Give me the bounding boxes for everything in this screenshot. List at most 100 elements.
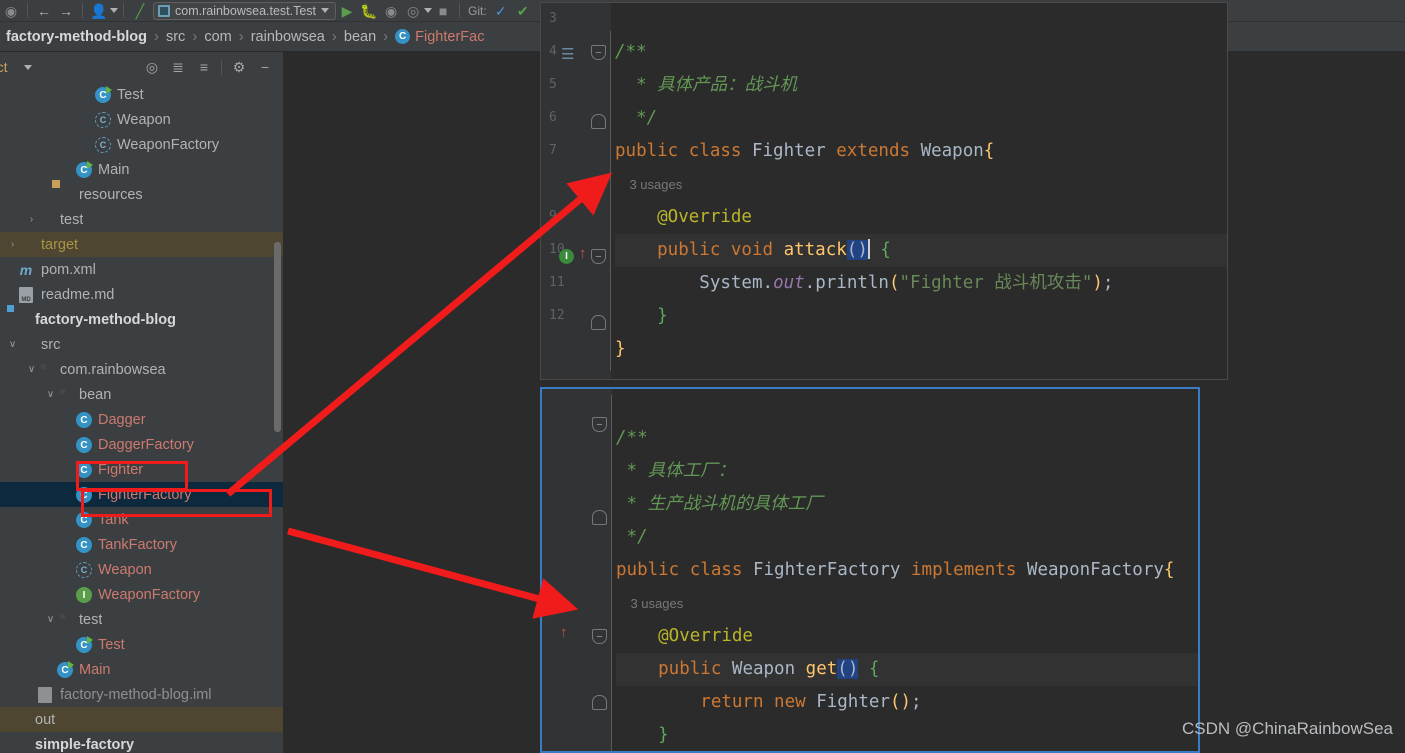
collapse-all-icon[interactable]: ≡ [192,56,216,78]
run-button[interactable]: ▶ [336,1,358,21]
chevron-down-icon[interactable]: ∨ [25,364,38,375]
code-line[interactable]: public class Fighter extends Weapon{ [615,135,1227,168]
tree-item-tank[interactable]: C Tank [0,507,283,532]
tree-item-fighter[interactable]: C Fighter [0,457,283,482]
code-line[interactable]: /** [615,36,1227,69]
tree-item-weaponfactory[interactable]: I WeaponFactory [0,582,283,607]
chevron-down-icon[interactable]: ∨ [6,339,19,350]
editor-gutter[interactable]: − ↑ − [542,389,612,751]
tree-item-simple-factory[interactable]: simple-factory [0,732,283,753]
code-line[interactable]: * 生产战斗机的具体工厂 [616,488,1198,521]
breadcrumb-item-project[interactable]: factory-method-blog [6,29,147,45]
chevron-down-icon[interactable] [23,64,32,70]
chevron-right-icon[interactable]: › [6,239,19,250]
code-line[interactable]: /** [616,422,1198,455]
breadcrumb-item-rainbowsea[interactable]: rainbowsea [251,29,325,45]
tree-item-dagger[interactable]: C Dagger [0,407,283,432]
code-panel-fighter[interactable]: 3 4 5 6 7 9 10 11 12 ☰ − I ↑ − /** * 具体产… [540,2,1228,380]
code-line[interactable] [615,3,1227,36]
build-hammer-icon[interactable]: ╱ [129,1,151,21]
coverage-button[interactable]: ◉ [380,1,402,21]
forward-arrow-icon[interactable]: → [55,1,77,21]
tree-item-daggerfactory[interactable]: C DaggerFactory [0,432,283,457]
code-panel-fighterfactory[interactable]: − ↑ − /** * 具体工厂： * 生产战斗机的具体工厂 */ public … [540,387,1200,753]
breadcrumb-item-src[interactable]: src [166,29,185,45]
fold-marker-open[interactable]: − [591,45,606,60]
hide-icon[interactable]: − [253,56,277,78]
locate-icon[interactable]: ◎ [140,56,164,78]
chevron-down-icon[interactable]: ∨ [44,389,57,400]
chevron-down-icon[interactable] [110,8,118,13]
code-content-fighter[interactable]: /** * 具体产品：战斗机 */ public class Fighter ex… [611,3,1227,379]
fold-marker-open[interactable]: − [592,417,607,432]
override-arrow-icon[interactable]: ↑ [579,246,587,261]
tree-item-pom-xml[interactable]: m pom.xml [0,257,283,282]
structure-icon[interactable]: ☰ [561,45,574,63]
tree-item-weapon[interactable]: C Weapon [0,107,283,132]
tree-scrollbar[interactable] [274,242,281,432]
code-line[interactable] [616,389,1198,422]
chevron-right-icon[interactable]: › [25,214,38,225]
fold-marker-close[interactable] [592,695,607,710]
back-arrow-icon[interactable]: ← [33,1,55,21]
gear-icon[interactable]: ⚙ [227,56,251,78]
tree-item-factory-method-blog-iml[interactable]: factory-method-blog.iml [0,682,283,707]
code-line[interactable]: return new Fighter(); [616,686,1198,719]
user-avatar-icon[interactable]: 👤 [88,1,110,21]
expand-all-icon[interactable]: ≣ [166,56,190,78]
run-configuration-selector[interactable]: com.rainbowsea.test.Test [153,1,337,20]
stop-button[interactable]: ■ [432,1,454,21]
tree-item-readme-md[interactable]: MD readme.md [0,282,283,307]
code-line[interactable]: public class FighterFactory implements W… [616,554,1198,587]
breadcrumb-item-com[interactable]: com [204,29,231,45]
fold-marker-close[interactable] [591,315,606,330]
tree-item-weapon[interactable]: C Weapon [0,557,283,582]
code-line[interactable]: */ [615,102,1227,135]
code-content-fighterfactory[interactable]: /** * 具体工厂： * 生产战斗机的具体工厂 */ public class … [612,389,1198,751]
tree-item-target[interactable]: › target [0,232,283,257]
debug-button[interactable]: 🐛 [358,1,380,21]
tree-item-bean[interactable]: ∨ bean [0,382,283,407]
chevron-down-icon[interactable]: ∨ [44,614,57,625]
code-line[interactable]: @Override [615,201,1227,234]
tree-item-test[interactable]: C Test [0,82,283,107]
code-line[interactable]: } [616,719,1198,751]
code-line[interactable]: System.out.println("Fighter 战斗机攻击"); [615,267,1227,300]
implements-icon[interactable]: I [559,249,574,264]
code-line[interactable]: public void attack() { [615,234,1227,267]
breadcrumb-current-file[interactable]: FighterFac [415,29,484,45]
code-line[interactable]: } [615,333,1227,366]
fold-marker-open[interactable]: − [591,249,606,264]
code-line[interactable]: @Override [616,620,1198,653]
git-commit-icon[interactable]: ✔ [512,1,534,21]
breadcrumb-item-bean[interactable]: bean [344,29,376,45]
tree-item-factory-method-blog[interactable]: factory-method-blog [0,307,283,332]
code-line[interactable]: 3 usages [615,168,1227,201]
code-line[interactable]: * 具体产品：战斗机 [615,69,1227,102]
tree-item-src[interactable]: ∨ src [0,332,283,357]
fold-marker-open[interactable]: − [592,629,607,644]
code-line[interactable]: */ [616,521,1198,554]
tree-item-resources[interactable]: resources [0,182,283,207]
code-line[interactable]: public Weapon get() { [616,653,1198,686]
tree-item-fighterfactory[interactable]: C FighterFactory [0,482,283,507]
fold-marker-close[interactable] [591,114,606,129]
tree-item-com-rainbowsea[interactable]: ∨ com.rainbowsea [0,357,283,382]
tree-item-tankfactory[interactable]: C TankFactory [0,532,283,557]
tree-item-test[interactable]: ∨ test [0,607,283,632]
editor-gutter[interactable]: 3 4 5 6 7 9 10 11 12 ☰ − I ↑ − [541,3,611,379]
chevron-down-icon[interactable] [424,8,433,13]
project-tree[interactable]: C Test C Weapon C WeaponFactory C Main resources… [0,82,283,753]
tree-item-test[interactable]: › test [0,207,283,232]
tree-item-main[interactable]: C Main [0,657,283,682]
tree-item-test[interactable]: C Test [0,632,283,657]
tree-item-out[interactable]: out [0,707,283,732]
code-line[interactable]: 3 usages [616,587,1198,620]
profiler-button[interactable]: ◎ [402,1,424,21]
override-arrow-icon[interactable]: ↑ [560,625,568,640]
git-update-icon[interactable]: ✓ [490,1,512,21]
fold-marker-close[interactable] [592,510,607,525]
tree-item-main[interactable]: C Main [0,157,283,182]
code-line[interactable]: * 具体工厂： [616,455,1198,488]
chevron-down-icon[interactable] [321,8,330,13]
